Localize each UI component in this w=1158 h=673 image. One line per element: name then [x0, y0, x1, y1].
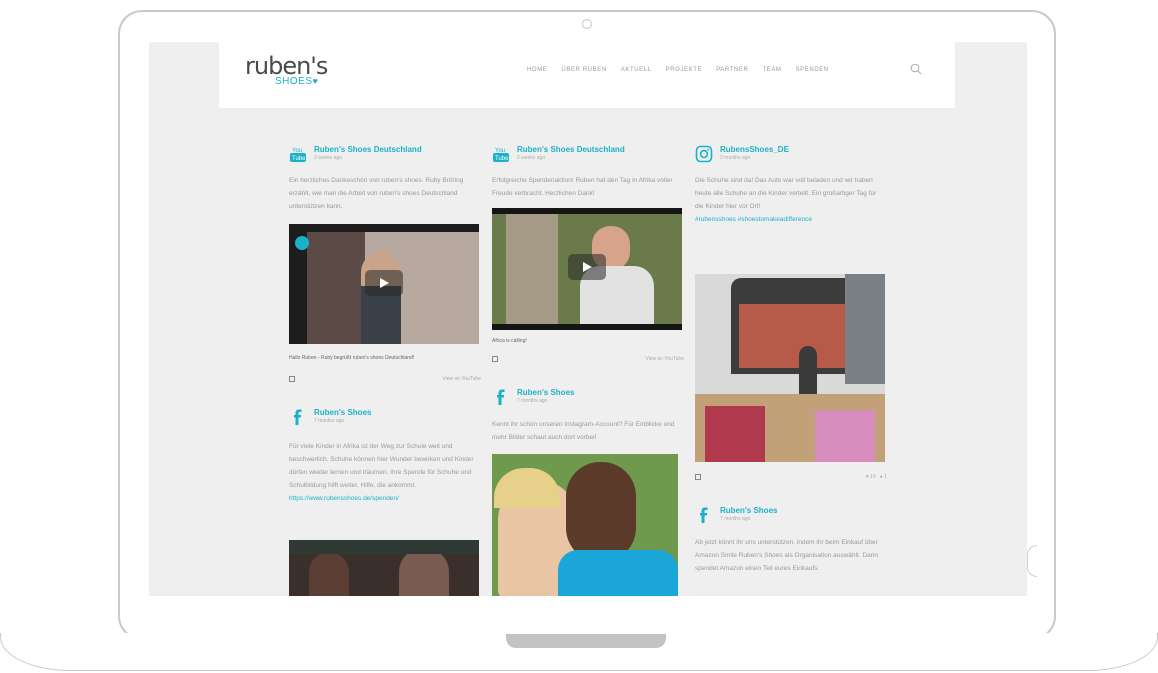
video-caption: Hallo Ruben - Ruby begrüßt ruben's shoes…: [289, 355, 415, 361]
nav-partners[interactable]: PARTNER: [716, 67, 748, 73]
play-icon[interactable]: [365, 270, 403, 296]
video-thumbnail[interactable]: [289, 224, 479, 344]
logo-sub-text: SHOES: [275, 76, 313, 87]
logo-sub: SHOES♥: [275, 76, 318, 87]
facebook-icon: [497, 389, 505, 405]
post-time: 2 weeks ago: [517, 155, 546, 161]
post-image[interactable]: [492, 454, 678, 596]
post-header: Ruben's Shoes 7 months ago: [289, 408, 371, 426]
camera-icon: [582, 19, 592, 29]
nav-projects[interactable]: PROJEKTE: [666, 67, 702, 73]
post-text: Ein herzliches Dankeschön von ruben's sh…: [289, 177, 464, 210]
post-text: Für viele Kinder in Afrika ist der Weg z…: [289, 440, 479, 505]
main-nav: HOME ÜBER RUBEN AKTUELL PROJEKTE PARTNER…: [527, 67, 843, 73]
instagram-icon: [695, 145, 713, 163]
post-header: Ruben's Shoes 7 months ago: [492, 388, 574, 406]
nav-team[interactable]: TEAM: [762, 67, 781, 73]
svg-text:Tube: Tube: [495, 156, 509, 162]
video-caption: Africa is calling!: [492, 338, 527, 344]
post-header: RubensShoes_DE 3 months ago: [695, 145, 789, 163]
post-header: You Tube Ruben's Shoes Deutschland 2 wee…: [289, 145, 422, 163]
post-image[interactable]: [695, 274, 885, 462]
post-time: 7 months ago: [517, 398, 548, 404]
share-icon[interactable]: [289, 376, 295, 382]
hashtags[interactable]: #rubensshoes #shoestomakeadifference: [695, 216, 812, 223]
site-header: ruben's SHOES♥ HOME ÜBER RUBEN AKTUELL P…: [219, 42, 955, 108]
post-text: Ab jetzt könnt ihr uns unterstützen, ind…: [695, 539, 878, 572]
post-text: Kennt ihr schon unseren Instagram-Accoun…: [492, 421, 675, 441]
youtube-icon: You Tube: [290, 148, 306, 162]
post-body: Die Schuhe sind da! Das Auto war voll be…: [695, 177, 877, 210]
post-author[interactable]: RubensShoes_DE: [720, 145, 789, 155]
post-image[interactable]: [289, 540, 479, 596]
post-meta: View on YouTube: [289, 376, 481, 384]
svg-text:Tube: Tube: [292, 156, 306, 162]
social-feed: You Tube Ruben's Shoes Deutschland 2 wee…: [219, 108, 955, 596]
post-header: You Tube Ruben's Shoes Deutschland 2 wee…: [492, 145, 625, 163]
comments-count: ● 1: [879, 474, 887, 480]
video-thumbnail[interactable]: [492, 208, 682, 330]
view-on-youtube-link[interactable]: View on YouTube: [442, 376, 481, 382]
post-text: Die Schuhe sind da! Das Auto war voll be…: [695, 174, 885, 226]
facebook-icon: [294, 409, 302, 425]
post-author[interactable]: Ruben's Shoes Deutschland: [517, 145, 625, 155]
post-header: Ruben's Shoes 7 months ago: [695, 506, 777, 524]
view-on-youtube-link[interactable]: View on YouTube: [645, 356, 684, 362]
post-time: 3 months ago: [720, 155, 751, 161]
post-author[interactable]: Ruben's Shoes Deutschland: [314, 145, 422, 155]
post-time: 2 weeks ago: [314, 155, 343, 161]
post-link[interactable]: https://www.rubensshoes.de/spenden/: [289, 495, 399, 502]
nav-donate[interactable]: SPENDEN: [796, 67, 829, 73]
post-meta: ♥ 10 ● 1: [695, 474, 887, 482]
nav-news[interactable]: AKTUELL: [621, 67, 652, 73]
post-author[interactable]: Ruben's Shoes: [720, 506, 777, 516]
likes-count: ♥ 10: [865, 474, 876, 480]
screen: ruben's SHOES♥ HOME ÜBER RUBEN AKTUELL P…: [149, 42, 1027, 596]
post-time: 7 months ago: [720, 516, 751, 522]
post-author[interactable]: Ruben's Shoes: [517, 388, 574, 398]
facebook-icon: [700, 507, 708, 523]
share-icon[interactable]: [492, 356, 498, 362]
post-stats: ♥ 10 ● 1: [866, 474, 887, 480]
laptop-notch: [506, 634, 666, 648]
post-author[interactable]: Ruben's Shoes: [314, 408, 371, 418]
heart-icon: ♥: [312, 76, 319, 86]
post-time: 7 months ago: [314, 418, 345, 424]
post-meta: View on YouTube: [492, 356, 684, 364]
youtube-icon: You Tube: [493, 148, 509, 162]
share-icon[interactable]: [695, 474, 701, 480]
nav-about[interactable]: ÜBER RUBEN: [561, 67, 606, 73]
nav-home[interactable]: HOME: [527, 67, 547, 73]
scroll-to-top-button[interactable]: [1027, 545, 1037, 577]
post-text: Erfolgreiche Spendenaktion! Ruben hat de…: [492, 177, 673, 197]
search-icon[interactable]: [910, 63, 922, 75]
post-body: Für viele Kinder in Afrika ist der Weg z…: [289, 443, 474, 489]
play-icon[interactable]: [568, 254, 606, 280]
logo[interactable]: ruben's SHOES♥: [245, 53, 328, 87]
